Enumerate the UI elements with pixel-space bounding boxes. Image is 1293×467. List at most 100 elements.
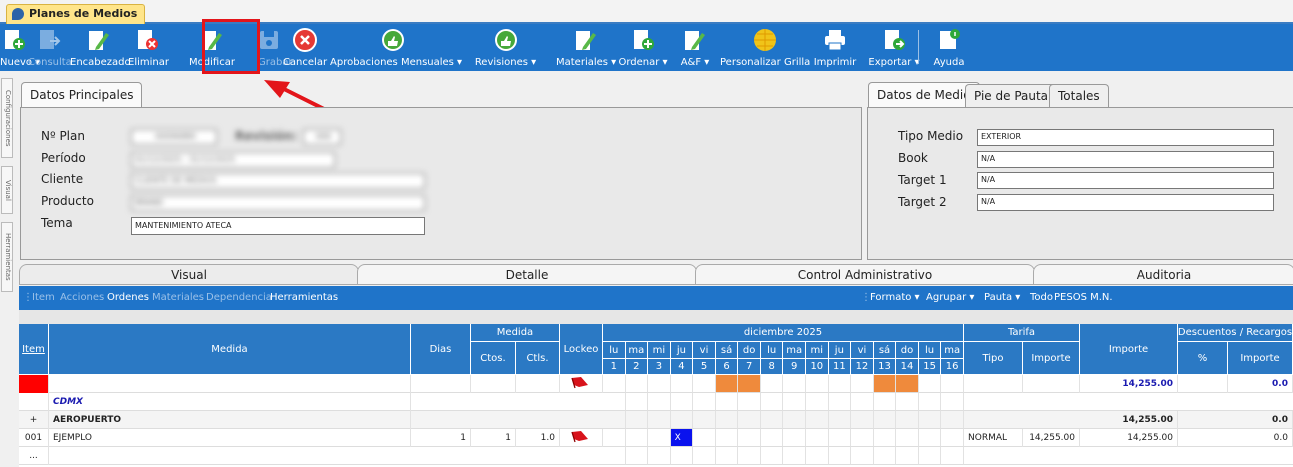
calendar-day-cell[interactable] xyxy=(738,411,761,429)
item-lockeo[interactable] xyxy=(560,429,603,447)
calendar-day-cell[interactable] xyxy=(873,447,897,465)
calendar-day-cell[interactable] xyxy=(738,375,761,393)
calendar-day-cell[interactable] xyxy=(670,375,694,393)
calendar-day-cell[interactable] xyxy=(783,393,807,411)
calendar-day-cell[interactable] xyxy=(918,375,942,393)
calendar-day-cell[interactable] xyxy=(715,375,739,393)
calendar-day-cell[interactable] xyxy=(648,411,671,429)
revision-field[interactable]: 000 xyxy=(303,129,341,145)
calendar-day-cell[interactable] xyxy=(918,429,942,447)
calendar-day-cell[interactable] xyxy=(806,429,829,447)
calendar-day-cell[interactable] xyxy=(693,411,716,429)
lockeo-cell[interactable] xyxy=(560,375,603,393)
side-tab-configuraciones[interactable]: Configuraciones xyxy=(1,78,13,158)
calendar-day-cell[interactable] xyxy=(738,447,761,465)
calendar-day-cell[interactable] xyxy=(783,447,807,465)
calendar-day-cell[interactable] xyxy=(603,429,626,447)
calendar-day-cell[interactable] xyxy=(941,429,964,447)
day-number-header[interactable]: 1 xyxy=(603,359,626,375)
calendar-day-cell[interactable] xyxy=(851,447,874,465)
calendar-day-cell[interactable] xyxy=(603,375,626,393)
target1-field[interactable]: N/A xyxy=(977,172,1274,189)
calendar-day-cell[interactable] xyxy=(648,429,671,447)
producto-field[interactable]: BRAND xyxy=(131,195,425,211)
header-tipo[interactable]: Tipo xyxy=(964,342,1023,375)
calendar-day-cell[interactable] xyxy=(715,393,739,411)
calendar-day-cell[interactable] xyxy=(828,411,852,429)
calendar-day-cell[interactable] xyxy=(760,429,784,447)
day-number-header[interactable]: 9 xyxy=(783,359,807,375)
calendar-day-cell[interactable] xyxy=(715,447,739,465)
calendar-day-cell[interactable] xyxy=(896,411,919,429)
calendar-day-cell[interactable] xyxy=(760,393,784,411)
calendar-day-cell[interactable] xyxy=(715,429,739,447)
calendar-day-cell[interactable] xyxy=(783,429,807,447)
toolbar-button-7[interactable]: Aprobaciones Mensuales ▾ xyxy=(330,24,462,71)
calendar-day-cell[interactable] xyxy=(670,393,694,411)
calendar-day-cell[interactable] xyxy=(851,375,874,393)
calendar-day-cell[interactable] xyxy=(715,411,739,429)
calendar-day-cell[interactable] xyxy=(693,447,716,465)
calendar-day-cell[interactable] xyxy=(648,393,671,411)
calendar-day-cell[interactable] xyxy=(760,411,784,429)
tab-pie-de-pauta[interactable]: Pie de Pauta xyxy=(965,84,1058,108)
calendar-day-cell[interactable] xyxy=(896,375,919,393)
calendar-scheduled-cell[interactable]: X xyxy=(670,429,694,447)
tab-totales[interactable]: Totales xyxy=(1049,84,1109,108)
tab-detalle[interactable]: Detalle xyxy=(357,264,697,285)
calendar-day-cell[interactable] xyxy=(918,393,942,411)
calendar-day-cell[interactable] xyxy=(693,429,716,447)
tab-control-administrativo[interactable]: Control Administrativo xyxy=(695,264,1035,285)
action-item[interactable]: Item xyxy=(32,286,55,310)
day-number-header[interactable]: 11 xyxy=(828,359,852,375)
calendar-day-cell[interactable] xyxy=(851,429,874,447)
day-number-header[interactable]: 5 xyxy=(693,359,716,375)
calendar-day-cell[interactable] xyxy=(941,375,964,393)
calendar-day-cell[interactable] xyxy=(806,375,829,393)
tema-field[interactable]: MANTENIMIENTO ATECA xyxy=(131,217,425,235)
plan-field[interactable]: 00096880 xyxy=(131,129,217,145)
calendar-day-cell[interactable] xyxy=(873,375,897,393)
calendar-day-cell[interactable] xyxy=(851,393,874,411)
day-number-header[interactable]: 6 xyxy=(715,359,739,375)
side-tab-visual[interactable]: Visual xyxy=(1,166,13,214)
day-number-header[interactable]: 14 xyxy=(896,359,919,375)
header-medida[interactable]: Medida xyxy=(49,324,411,375)
header-item[interactable]: Item xyxy=(19,324,49,375)
day-number-header[interactable]: 2 xyxy=(625,359,649,375)
calendar-day-cell[interactable] xyxy=(603,393,626,411)
action-herramientas[interactable]: Herramientas xyxy=(270,286,338,310)
toolbar-button-12[interactable]: Personalizar Grilla xyxy=(720,24,810,71)
action-pauta[interactable]: Pauta ▾ xyxy=(984,286,1020,310)
action-ordenes[interactable]: Ordenes xyxy=(107,286,149,310)
day-number-header[interactable]: 15 xyxy=(918,359,942,375)
calendar-day-cell[interactable] xyxy=(873,393,897,411)
toolbar-button-1[interactable]: Consulta xyxy=(28,24,72,71)
calendar-day-cell[interactable] xyxy=(603,447,626,465)
action-formato[interactable]: Formato ▾ xyxy=(870,286,920,310)
tab-datos-de-medio[interactable]: Datos de Medio xyxy=(868,82,980,108)
action-materiales[interactable]: Materiales xyxy=(152,286,204,310)
calendar-day-cell[interactable] xyxy=(806,411,829,429)
calendar-day-cell[interactable] xyxy=(625,429,649,447)
calendar-day-cell[interactable] xyxy=(760,447,784,465)
calendar-day-cell[interactable] xyxy=(896,429,919,447)
calendar-day-cell[interactable] xyxy=(625,447,649,465)
calendar-day-cell[interactable] xyxy=(941,393,964,411)
calendar-day-cell[interactable] xyxy=(828,429,852,447)
calendar-day-cell[interactable] xyxy=(738,429,761,447)
day-number-header[interactable]: 10 xyxy=(806,359,829,375)
day-number-header[interactable]: 4 xyxy=(670,359,694,375)
toolbar-button-2[interactable]: Encabezado xyxy=(70,24,131,71)
action-acciones[interactable]: Acciones xyxy=(60,286,104,310)
toolbar-button-13[interactable]: Imprimir xyxy=(810,24,860,71)
toolbar-button-11[interactable]: A&F ▾ xyxy=(670,24,720,71)
periodo-field[interactable]: 01/12/2025 - 31/12/2025 xyxy=(131,152,335,168)
day-number-header[interactable]: 16 xyxy=(941,359,964,375)
calendar-day-cell[interactable] xyxy=(941,447,964,465)
calendar-day-cell[interactable] xyxy=(783,375,807,393)
toolbar-button-10[interactable]: Ordenar ▾ xyxy=(616,24,670,71)
toolbar-button-15[interactable]: Ayuda xyxy=(928,24,970,71)
day-number-header[interactable]: 8 xyxy=(760,359,784,375)
cliente-field[interactable]: CLIENTE DE MEDIOS xyxy=(131,173,425,189)
